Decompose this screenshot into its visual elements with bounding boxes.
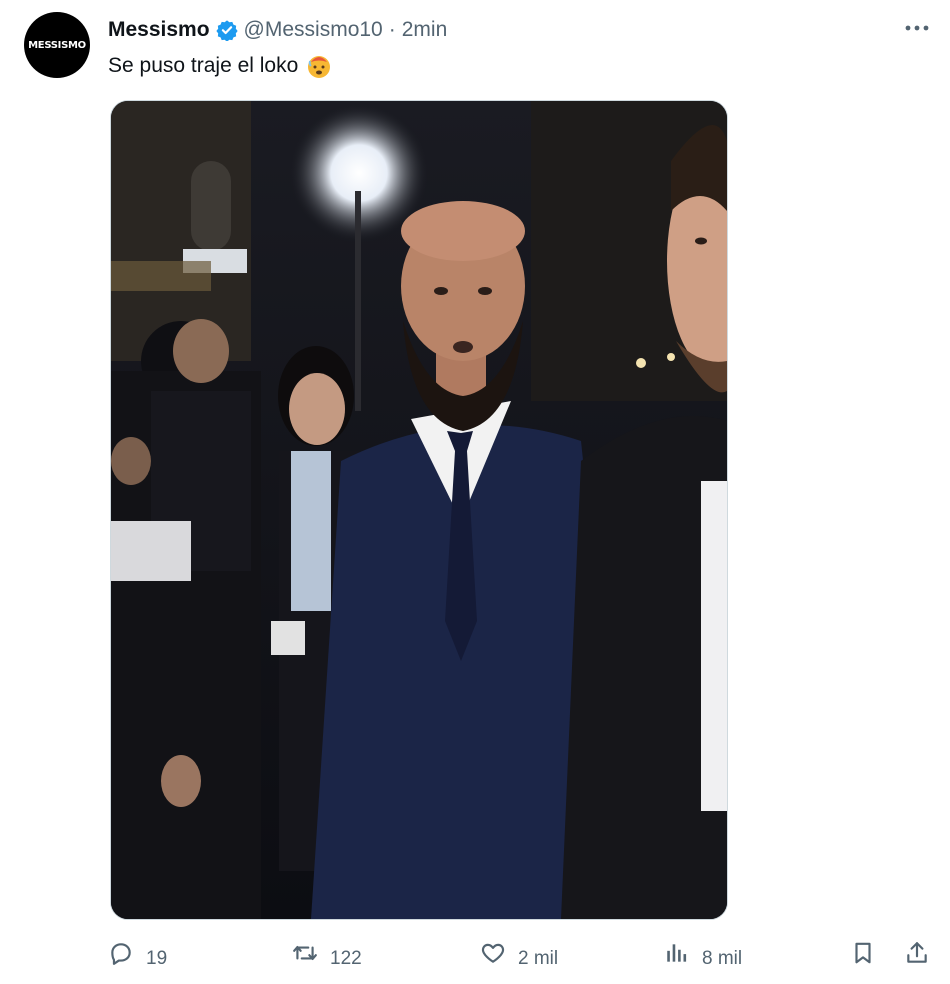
bookmark-button[interactable]: [850, 940, 876, 977]
tweet-actions: 19 122 2 mil 8 mil: [108, 940, 938, 974]
views-icon: [664, 940, 690, 977]
retweet-count: 122: [330, 947, 362, 969]
timestamp[interactable]: 2min: [402, 16, 448, 44]
photo-illustration: [111, 101, 727, 919]
bookmark-icon: [850, 940, 876, 977]
tweet-media-photo[interactable]: [110, 100, 728, 920]
retweet-button[interactable]: 122: [292, 940, 362, 977]
more-options-icon[interactable]: [904, 18, 930, 38]
tweet-header: Messismo @Messismo10 · 2min: [108, 16, 447, 44]
verified-badge-icon[interactable]: [215, 19, 238, 42]
like-button[interactable]: 2 mil: [480, 940, 558, 977]
reply-icon: [108, 940, 134, 977]
hot-face-emoji-icon: [306, 53, 332, 79]
share-button[interactable]: [904, 940, 930, 977]
user-handle[interactable]: @Messismo10: [244, 16, 383, 44]
views-button[interactable]: 8 mil: [664, 940, 742, 977]
like-count: 2 mil: [518, 947, 559, 969]
reply-button[interactable]: 19: [108, 940, 167, 977]
display-name[interactable]: Messismo: [108, 16, 210, 44]
avatar-logo-text: MESSISMO: [28, 39, 86, 51]
tweet-text: Se puso traje el loko: [108, 52, 332, 80]
reply-count: 19: [146, 947, 168, 969]
tweet-card[interactable]: MESSISMO Messismo @Messismo10 · 2min Se …: [0, 0, 950, 984]
tweet-text-content: Se puso traje el loko: [108, 54, 299, 77]
views-count: 8 mil: [702, 947, 743, 969]
share-icon: [904, 940, 930, 977]
separator-dot: ·: [388, 18, 396, 41]
heart-icon: [480, 940, 506, 977]
avatar[interactable]: MESSISMO: [24, 12, 90, 78]
retweet-icon: [292, 940, 318, 977]
